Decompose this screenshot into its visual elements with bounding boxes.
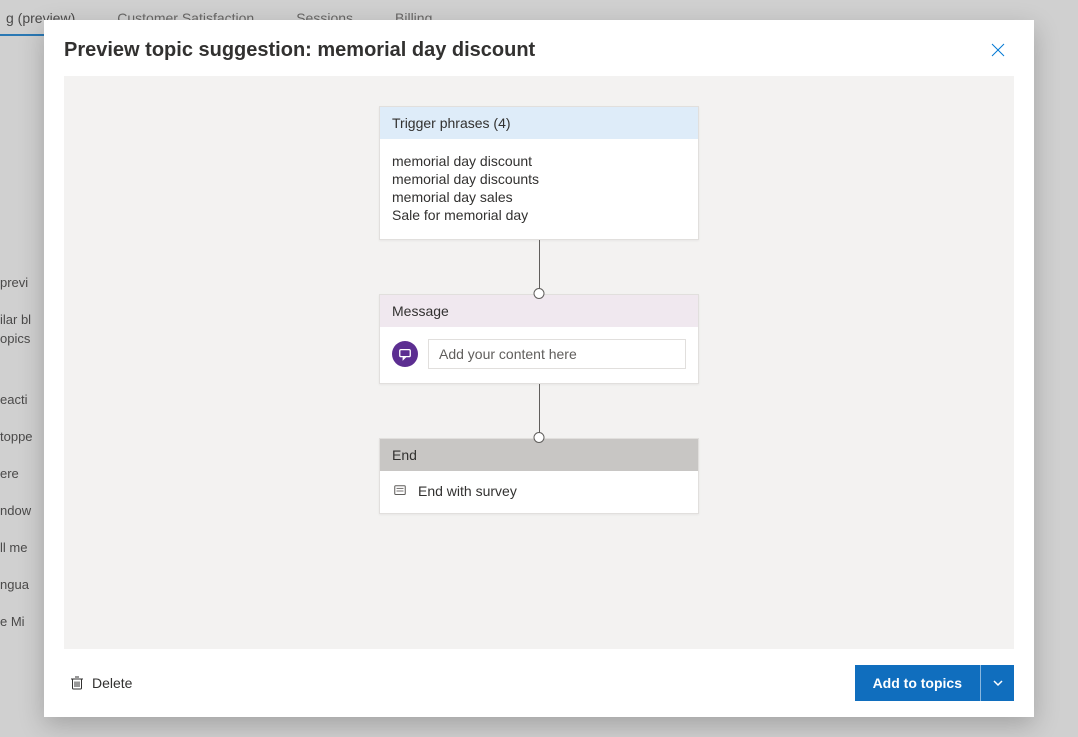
trigger-phrase: memorial day discounts [392, 171, 686, 187]
chat-icon [392, 341, 418, 367]
trigger-node[interactable]: Trigger phrases (4) memorial day discoun… [379, 106, 699, 240]
close-icon [991, 43, 1005, 57]
modal-header: Preview topic suggestion: memorial day d… [44, 20, 1034, 76]
message-body: Add your content here [380, 327, 698, 383]
message-node[interactable]: Message Add your content here [379, 294, 699, 384]
message-header: Message [380, 295, 698, 327]
connector [539, 384, 540, 438]
trash-icon [70, 675, 84, 691]
close-button[interactable] [982, 34, 1014, 66]
trigger-header: Trigger phrases (4) [380, 107, 698, 139]
add-to-topics-split[interactable] [980, 665, 1014, 701]
survey-icon [392, 483, 408, 499]
add-to-topics-label[interactable]: Add to topics [855, 665, 980, 701]
end-node[interactable]: End End with survey [379, 438, 699, 514]
end-action-label: End with survey [418, 483, 517, 499]
trigger-body: memorial day discount memorial day disco… [380, 139, 698, 239]
modal-footer: Delete Add to topics [44, 649, 1034, 717]
delete-button[interactable]: Delete [64, 671, 138, 695]
trigger-phrase: Sale for memorial day [392, 207, 686, 223]
preview-topic-modal: Preview topic suggestion: memorial day d… [44, 20, 1034, 717]
flow-canvas[interactable]: Trigger phrases (4) memorial day discoun… [64, 76, 1014, 649]
flow-column: Trigger phrases (4) memorial day discoun… [379, 106, 699, 514]
trigger-phrase: memorial day discount [392, 153, 686, 169]
add-to-topics-button[interactable]: Add to topics [855, 665, 1014, 701]
chevron-down-icon [992, 677, 1004, 689]
connector [539, 240, 540, 294]
message-content-input[interactable]: Add your content here [428, 339, 686, 369]
modal-title: Preview topic suggestion: memorial day d… [64, 39, 535, 62]
delete-label: Delete [92, 675, 132, 691]
end-header: End [380, 439, 698, 471]
end-body: End with survey [380, 471, 698, 513]
trigger-phrase: memorial day sales [392, 189, 686, 205]
